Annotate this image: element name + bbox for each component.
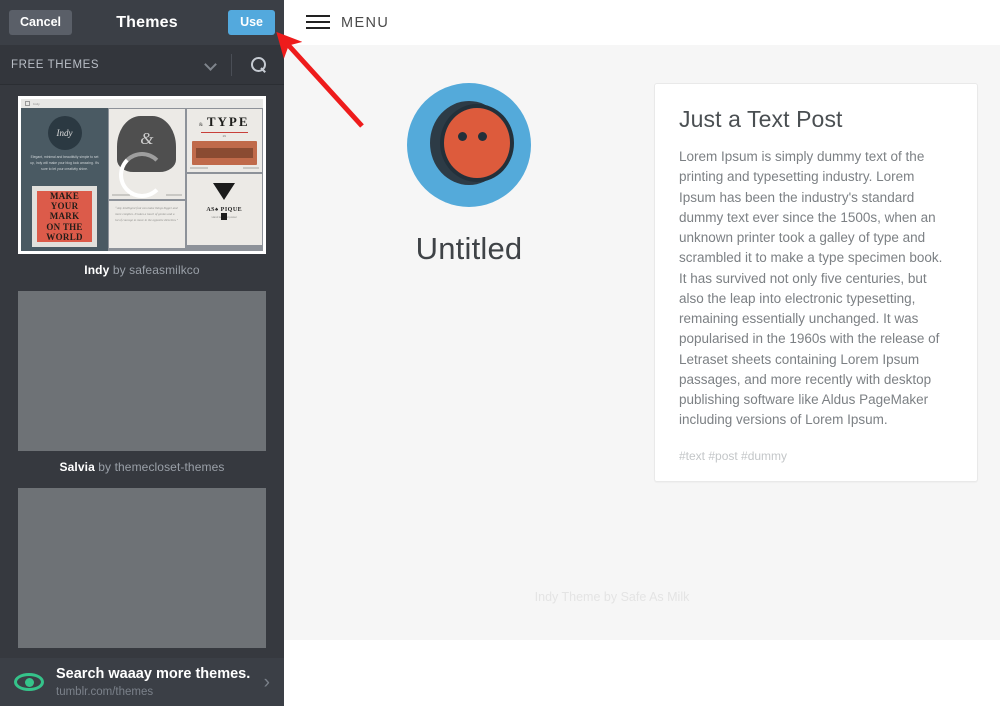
theme-name: Indy: [84, 263, 110, 277]
mock-column-3: & TYPE 29 AS♠ PIQUE Hand lettered poster: [185, 108, 263, 251]
mock-blurb: Elegant, minimal and beautifully simple …: [30, 155, 99, 171]
search-themes-button[interactable]: [232, 45, 284, 84]
theme-card-salvia[interactable]: Salvia by themecloset-themes: [0, 291, 284, 488]
avatar: [407, 83, 531, 207]
mock-browser-label: Indy: [33, 101, 40, 106]
mock-poster: MAKE YOUR MARK ON THE WORLD: [32, 186, 98, 247]
use-button[interactable]: Use: [228, 10, 275, 35]
hamburger-menu-icon[interactable]: [306, 15, 330, 30]
loading-spinner-icon: [119, 152, 165, 198]
sidebar-filter-bar: FREE THEMES: [0, 45, 284, 85]
preview-menubar: MENU: [284, 0, 1000, 45]
mock-tile-quote: “Any intelligent fool can make things bi…: [109, 201, 185, 248]
mock-quote: “Any intelligent fool can make things bi…: [115, 206, 179, 222]
theme-thumbnail-indy[interactable]: Indy Indy Elegant, minimal and beautiful…: [18, 96, 266, 254]
mock-tile-meta-2: [189, 167, 260, 170]
mock-column-1: Indy Elegant, minimal and beautifully si…: [21, 108, 109, 251]
theme-preview-pane: MENU Untitled Just a Text Post Lorem Ips…: [284, 0, 1000, 706]
blog-title: Untitled: [415, 231, 523, 266]
mock-type-heading: & TYPE: [187, 109, 262, 130]
theme-author: safeasmilkco: [129, 263, 200, 277]
mock-logo-icon: [25, 101, 30, 106]
chevron-right-icon: ›: [263, 671, 270, 693]
theme-by-prefix: by: [112, 263, 126, 277]
mock-logo-circle: Indy: [47, 116, 82, 150]
theme-card-3[interactable]: [0, 488, 284, 662]
mock-script-text: Ossly: [187, 247, 262, 251]
mock-poster-line: WORLD: [46, 231, 83, 242]
theme-caption-indy: Indy by safeasmilkco: [18, 254, 266, 277]
themes-sidebar: Cancel Themes Use FREE THEMES Indy Indy …: [0, 0, 284, 706]
search-more-themes-promo[interactable]: Search waaay more themes. tumblr.com/the…: [0, 658, 284, 706]
chevron-down-icon: [206, 59, 217, 70]
theme-caption-salvia: Salvia by themecloset-themes: [18, 451, 266, 474]
cancel-button[interactable]: Cancel: [9, 10, 72, 35]
promo-subtitle: tumblr.com/themes: [56, 685, 154, 698]
mock-spade-icon: [213, 183, 236, 201]
post-card[interactable]: Just a Text Post Lorem Ipsum is simply d…: [654, 83, 978, 482]
theme-chooser-screen: Cancel Themes Use FREE THEMES Indy Indy …: [0, 0, 1000, 706]
panel-title: Themes: [116, 13, 178, 31]
theme-card-indy[interactable]: Indy Indy Elegant, minimal and beautiful…: [0, 96, 284, 291]
promo-text: Search waaay more themes. tumblr.com/the…: [56, 666, 258, 698]
mock-tile-type: & TYPE 29: [186, 109, 262, 173]
theme-category-dropdown[interactable]: FREE THEMES: [0, 45, 231, 84]
theme-by-prefix: by: [98, 460, 112, 474]
mock-poster-line: MAKE: [49, 191, 80, 202]
mock-type-word: TYPE: [206, 114, 250, 129]
menu-label: MENU: [341, 14, 390, 31]
eye-icon: [14, 673, 44, 691]
mock-poster-line: MARK: [49, 211, 80, 222]
theme-thumbnail-3[interactable]: [18, 488, 266, 648]
mock-poster-line: YOUR: [50, 201, 79, 212]
post-body: Lorem Ipsum is simply dummy text of the …: [679, 149, 943, 428]
promo-title: Search waaay more themes.: [56, 666, 251, 683]
mock-poster-line: ON THE: [46, 221, 83, 232]
theme-category-label: FREE THEMES: [11, 58, 100, 71]
preview-canvas: Untitled Just a Text Post Lorem Ipsum is…: [284, 45, 1000, 640]
mock-poster-text: MAKE YOUR MARK ON THE WORLD: [37, 191, 93, 242]
mock-rule: [200, 132, 248, 133]
theme-author: themecloset-themes: [114, 460, 225, 474]
theme-list: Indy Indy Elegant, minimal and beautiful…: [0, 85, 284, 662]
blog-header-column: Untitled: [284, 45, 654, 640]
post-tags: #text #post #dummy: [679, 448, 788, 463]
mock-browser-bar: Indy: [21, 99, 263, 108]
theme-thumbnail-salvia[interactable]: [18, 291, 266, 451]
sidebar-topbar: Cancel Themes Use: [0, 0, 284, 45]
post-title: Just a Text Post: [679, 106, 843, 132]
theme-credit-footer: Indy Theme by Safe As Milk: [534, 590, 690, 604]
search-icon: [250, 57, 266, 72]
mock-tile-spade: AS♠ PIQUE Hand lettered poster: [186, 174, 262, 245]
theme-name: Salvia: [59, 460, 95, 474]
mock-type-sub: 29: [222, 134, 226, 138]
mock-type-amp: &: [198, 123, 203, 128]
mock-shelf-image: [191, 141, 257, 165]
posts-column: Just a Text Post Lorem Ipsum is simply d…: [654, 45, 1000, 640]
